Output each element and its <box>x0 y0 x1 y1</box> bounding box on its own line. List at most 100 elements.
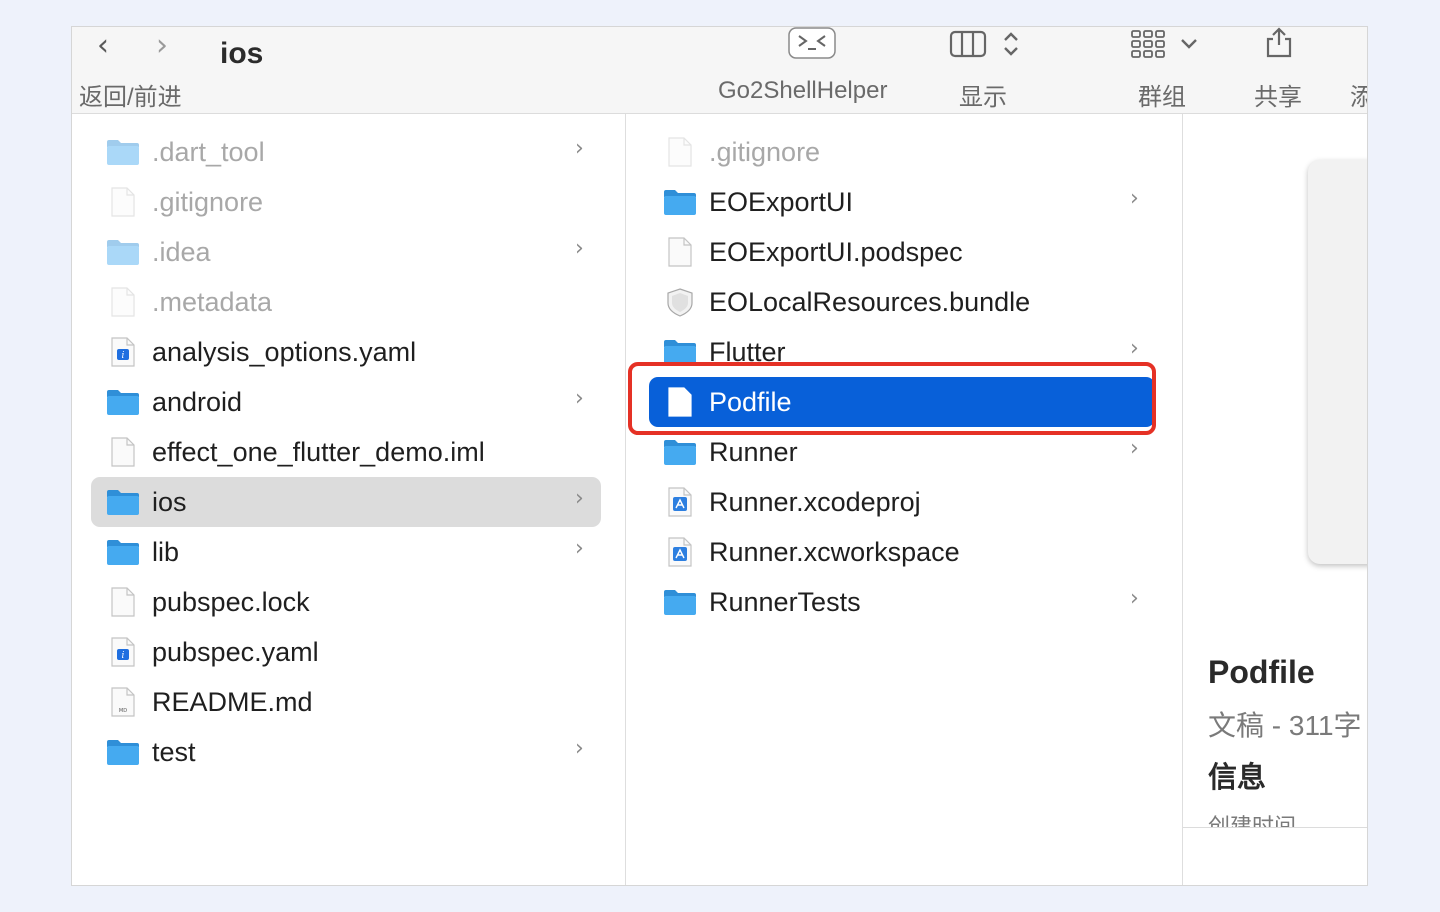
file-row-eoexportui-podspec[interactable]: EOExportUI.podspec <box>663 227 1155 277</box>
file-row-gitignore[interactable]: .gitignore <box>663 127 1155 177</box>
document-icon <box>106 437 140 467</box>
back-button[interactable]: ‹ <box>97 31 109 61</box>
xcode-project-icon <box>663 487 697 517</box>
file-name: pubspec.lock <box>152 586 310 617</box>
nav-label: 返回/前进 <box>79 84 182 111</box>
file-row-runnertests[interactable]: RunnerTests › <box>663 577 1155 627</box>
chevron-right-icon: › <box>575 736 584 761</box>
chevron-right-icon: › <box>575 386 584 411</box>
column-view-icon[interactable] <box>949 29 987 64</box>
preview-pane: Podfile 文稿 - 311字 信息 创建时间 <box>1183 114 1367 885</box>
folder-icon <box>663 437 697 467</box>
file-row-lib[interactable]: lib › <box>106 527 601 577</box>
svg-text:i: i <box>122 351 125 361</box>
file-name: effect_one_flutter_demo.iml <box>152 436 485 467</box>
svg-text:i: i <box>122 651 125 661</box>
folder-icon <box>106 487 140 517</box>
column-browser: .dart_tool › .gitignore .idea › .metadata i ana… <box>72 114 1367 885</box>
document-icon <box>106 287 140 317</box>
file-name: README.md <box>152 686 313 717</box>
terminal-icon[interactable] <box>787 27 837 64</box>
file-row-idea[interactable]: .idea › <box>106 227 601 277</box>
preview-thumbnail <box>1308 160 1367 564</box>
yaml-file-icon: i <box>106 337 140 367</box>
chevron-right-icon: › <box>575 486 584 511</box>
view-label: 显示 <box>959 84 1007 111</box>
document-icon <box>663 137 697 167</box>
document-icon <box>106 587 140 617</box>
group-icon[interactable] <box>1130 29 1166 64</box>
folder-icon <box>106 737 140 767</box>
xcode-workspace-icon <box>663 537 697 567</box>
file-row-eolocalresources-bundle[interactable]: EOLocalResources.bundle <box>663 277 1155 327</box>
chevron-right-icon: › <box>1130 186 1139 211</box>
file-row-dart-tool[interactable]: .dart_tool › <box>106 127 601 177</box>
file-row-analysis-options-yaml[interactable]: i analysis_options.yaml <box>106 327 601 377</box>
middle-column: .gitignore EOExportUI › EOExportUI.podspec E… <box>626 114 1183 885</box>
file-name: pubspec.yaml <box>152 636 319 667</box>
file-name: .gitignore <box>152 186 264 217</box>
file-name: Runner.xcworkspace <box>709 536 960 567</box>
share-icon[interactable] <box>1264 27 1294 64</box>
file-name: .metadata <box>152 286 273 317</box>
chevron-right-icon: › <box>1130 436 1139 461</box>
file-row-effect-one-flutter-demo-iml[interactable]: effect_one_flutter_demo.iml <box>106 427 601 477</box>
preview-file-kind: 文稿 - 311字 <box>1208 710 1362 741</box>
file-row-ios[interactable]: ios › <box>91 477 601 527</box>
file-row-pubspec-yaml[interactable]: i pubspec.yaml <box>106 627 601 677</box>
folder-icon <box>663 587 697 617</box>
file-name: .idea <box>152 236 211 267</box>
preview-created-label: 创建时间 <box>1208 814 1297 827</box>
file-row-gitignore[interactable]: .gitignore <box>106 177 601 227</box>
group-dropdown-chevron-icon[interactable] <box>1178 31 1200 62</box>
share-label: 共享 <box>1254 84 1302 111</box>
file-row-pubspec-lock[interactable]: pubspec.lock <box>106 577 601 627</box>
toolbar: ‹ › ios 返回/前进 Go2ShellHelper 显示 群组 共享 添 <box>72 27 1367 114</box>
file-name: .gitignore <box>709 136 821 167</box>
add-label: 添 <box>1350 77 1367 112</box>
file-name: test <box>152 736 196 767</box>
file-name: ios <box>152 486 187 517</box>
chevron-right-icon: › <box>575 236 584 261</box>
file-name: android <box>152 386 243 417</box>
markdown-file-icon: MD <box>106 687 140 717</box>
yaml-file-icon: i <box>106 637 140 667</box>
file-row-test[interactable]: test › <box>106 727 601 777</box>
view-options-chevron-icon[interactable] <box>1000 29 1022 64</box>
group-label: 群组 <box>1138 84 1186 111</box>
file-name: Runner <box>709 436 798 467</box>
file-row-android[interactable]: android › <box>106 377 601 427</box>
chevron-right-icon: › <box>1130 336 1139 361</box>
folder-icon <box>106 387 140 417</box>
chevron-right-icon: › <box>1130 586 1139 611</box>
preview-info-heading: 信息 <box>1208 762 1267 794</box>
file-name: analysis_options.yaml <box>152 336 417 367</box>
document-icon <box>106 187 140 217</box>
file-row-runner-xcodeproj[interactable]: Runner.xcodeproj <box>663 477 1155 527</box>
folder-icon <box>106 137 140 167</box>
file-row-runner-xcworkspace[interactable]: Runner.xcworkspace <box>663 527 1155 577</box>
finder-window: ‹ › ios 返回/前进 Go2ShellHelper 显示 群组 共享 添 … <box>71 26 1368 886</box>
file-row-eoexportui[interactable]: EOExportUI › <box>663 177 1155 227</box>
chevron-right-icon: › <box>575 136 584 161</box>
left-column: .dart_tool › .gitignore .idea › .metadata i ana… <box>72 114 626 885</box>
file-name: Runner.xcodeproj <box>709 486 921 517</box>
file-name: EOLocalResources.bundle <box>709 286 1031 317</box>
folder-icon <box>106 237 140 267</box>
file-name: RunnerTests <box>709 586 861 617</box>
forward-button[interactable]: › <box>156 31 168 61</box>
document-icon <box>663 237 697 267</box>
folder-icon <box>663 187 697 217</box>
bundle-icon <box>663 287 697 317</box>
file-name: .dart_tool <box>152 136 265 167</box>
svg-text:MD: MD <box>119 708 127 714</box>
file-row-metadata[interactable]: .metadata <box>106 277 601 327</box>
file-name: EOExportUI.podspec <box>709 236 963 267</box>
file-row-readme-md[interactable]: MD README.md <box>106 677 601 727</box>
preview-file-name: Podfile <box>1208 654 1315 690</box>
folder-icon <box>106 537 140 567</box>
podfile-highlight-box <box>628 362 1156 435</box>
file-name: EOExportUI <box>709 186 854 217</box>
go2shell-label: Go2ShellHelper <box>718 77 888 104</box>
window-title: ios <box>220 37 264 70</box>
